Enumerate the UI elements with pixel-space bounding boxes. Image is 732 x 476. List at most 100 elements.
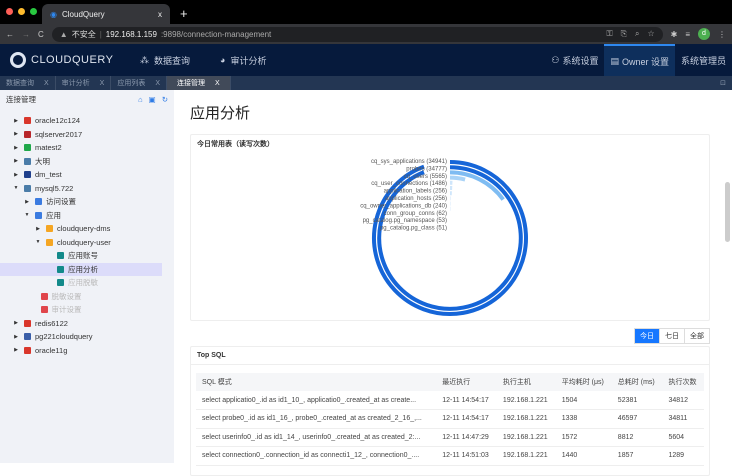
chart-card: 今日常用表（读写次数） cq_sys_applications (34941)p… <box>190 134 710 321</box>
table-cell: 12-11 14:47:29 <box>436 428 497 447</box>
node-type-icon <box>57 279 64 286</box>
bar-label: pg_catalog.pg_class (51) <box>380 226 447 232</box>
tree-node[interactable]: ▶ redis6122 <box>0 317 174 331</box>
caret-right-icon[interactable]: ▶ <box>12 158 20 164</box>
back-icon[interactable]: ← <box>6 30 14 39</box>
tree-node[interactable]: ▶dm_test <box>0 168 174 182</box>
bar-label: application_labels (256) <box>384 189 447 195</box>
forward-icon[interactable]: → <box>22 30 30 39</box>
tree-node[interactable]: ▼mysql5.722 <box>0 182 174 196</box>
tree-node[interactable]: ▶pg221cloudquery <box>0 330 174 344</box>
tree-node-label: redis6122 <box>35 319 68 328</box>
tree-node-label: 应用账号 <box>68 250 98 261</box>
window-controls[interactable] <box>6 8 37 15</box>
tree-node[interactable]: ▶cloudquery-dms <box>0 222 174 236</box>
close-icon[interactable]: X <box>215 80 220 87</box>
caret-right-icon[interactable]: ▶ <box>12 172 20 178</box>
table-row[interactable]: select userinfo0_.id as id1_14_, userinf… <box>196 428 704 447</box>
caret-down-icon[interactable]: ▼ <box>23 212 31 218</box>
menu-icon[interactable]: ⋮ <box>718 30 726 39</box>
table-row[interactable]: select connection0_.connection_id as con… <box>196 447 704 466</box>
nav-system-settings[interactable]: ⚇系统设置 <box>545 44 604 76</box>
caret-right-icon[interactable]: ▶ <box>12 347 20 353</box>
caret-right-icon[interactable]: ▶ <box>12 320 20 326</box>
nav-owner-settings[interactable]: ▤Owner 设置 <box>604 44 675 76</box>
table-cell: 1440 <box>556 447 612 466</box>
browser-tab[interactable]: ◉CloudQueryx <box>42 4 170 24</box>
table-cell: 12-11 14:54:17 <box>436 410 497 429</box>
avatar[interactable]: d <box>698 28 710 40</box>
tree-node[interactable]: 审计设置 <box>0 303 174 317</box>
top-sql-title: Top SQL <box>191 347 709 365</box>
owner-icon: ▤ <box>610 56 619 67</box>
tree-node[interactable]: ▶访问设置 <box>0 195 174 209</box>
scrollbar[interactable] <box>725 182 730 242</box>
tree-node[interactable]: ▼应用 <box>0 209 174 223</box>
table-cell: 192.168.1.221 <box>497 391 556 410</box>
range-all-button[interactable]: 全部 <box>684 329 709 343</box>
table-row[interactable]: select applicatio0_.id as id1_10_, appli… <box>196 391 704 410</box>
nav-audit[interactable]: ◕审计分析 <box>220 54 266 67</box>
logo-text: CLOUDQUERY <box>31 54 113 66</box>
page-tab[interactable]: 应用列表X <box>111 76 167 90</box>
bar-cq_user_connections[interactable] <box>450 178 465 180</box>
table-cell: 5604 <box>663 428 705 447</box>
refresh-icon[interactable]: ↻ <box>162 95 168 104</box>
node-type-icon <box>24 158 31 165</box>
caret-down-icon[interactable]: ▼ <box>34 239 42 245</box>
table-cell: 34811 <box>663 410 705 429</box>
tree-node[interactable]: ▶matest2 <box>0 141 174 155</box>
nav-data-query[interactable]: ⁂数据查询 <box>140 54 190 67</box>
table-cell: 34812 <box>663 391 705 410</box>
tree-node[interactable]: 应用分析 <box>0 263 162 277</box>
user-menu[interactable]: 系统管理员 <box>675 44 732 76</box>
caret-right-icon[interactable]: ▶ <box>12 131 20 137</box>
logo[interactable]: CLOUDQUERY <box>0 52 140 68</box>
caret-right-icon[interactable]: ▶ <box>12 118 20 124</box>
caret-right-icon[interactable]: ▶ <box>12 334 20 340</box>
tree-node[interactable]: ▼cloudquery-user <box>0 236 174 250</box>
translate-icon[interactable]: ⎘ <box>621 29 627 39</box>
close-icon[interactable]: X <box>44 80 49 87</box>
url-input[interactable]: ▲不安全|192.168.1.159:9898/connection-manag… <box>52 27 663 42</box>
cloudquery-favicon-icon: ◉ <box>50 10 57 19</box>
zoom-icon[interactable]: ⌕ <box>635 29 639 39</box>
table-cell: 192.168.1.221 <box>497 428 556 447</box>
caret-right-icon[interactable]: ▶ <box>23 199 31 205</box>
tree-node[interactable]: 应用脱敏 <box>0 276 174 290</box>
reading-list-icon[interactable]: ≡ <box>685 30 690 39</box>
collapse-icon[interactable]: ▣ <box>149 95 156 104</box>
table-row[interactable]: select probe0_.id as id1_16_, probe0_.cr… <box>196 410 704 429</box>
tree-node[interactable]: ▶大明 <box>0 155 174 169</box>
extensions-icon[interactable]: ✱ <box>671 30 678 39</box>
top-sql-card: Top SQL SQL 模式最近执行执行主机平均耗时 (μs)总耗时 (ms)执… <box>190 346 710 476</box>
tree-node[interactable]: ▶oracle12c124 <box>0 114 174 128</box>
close-icon[interactable]: X <box>100 80 105 87</box>
node-type-icon <box>35 198 42 205</box>
page-tab[interactable]: 审计分析X <box>56 76 112 90</box>
page-tab[interactable]: 数据查询 X <box>0 76 56 90</box>
new-tab-button[interactable]: + <box>180 6 188 21</box>
tree-node[interactable]: 应用账号 <box>0 249 174 263</box>
reload-icon[interactable]: C <box>38 30 44 39</box>
table-cell: 192.168.1.221 <box>497 410 556 429</box>
node-type-icon <box>57 252 64 259</box>
home-icon[interactable]: ⌂ <box>138 95 143 104</box>
caret-right-icon[interactable]: ▶ <box>12 145 20 151</box>
range-today-button[interactable]: 今日 <box>635 329 659 343</box>
page-tab-label: 数据查询 <box>6 78 34 88</box>
browser-tabbar: ◉CloudQueryx + <box>0 0 732 24</box>
star-icon[interactable]: ☆ <box>647 29 654 39</box>
tree-node[interactable]: ▶oracle11g <box>0 344 174 358</box>
page-tab-active[interactable]: 连接管理X <box>167 76 231 90</box>
table-cell: select userinfo0_.id as id1_14_, userinf… <box>196 428 436 447</box>
expand-icon[interactable]: ⊡ <box>720 76 732 90</box>
tree-node[interactable]: ▶sqlserver2017 <box>0 128 174 142</box>
key-icon[interactable]: ⚿ <box>606 29 612 39</box>
range-7day-button[interactable]: 七日 <box>659 329 684 343</box>
caret-down-icon[interactable]: ▼ <box>12 185 20 191</box>
caret-right-icon[interactable]: ▶ <box>34 226 42 232</box>
tab-close-button[interactable]: x <box>158 10 162 19</box>
tree-node[interactable]: 脱敏设置 <box>0 290 174 304</box>
close-icon[interactable]: X <box>155 80 160 87</box>
